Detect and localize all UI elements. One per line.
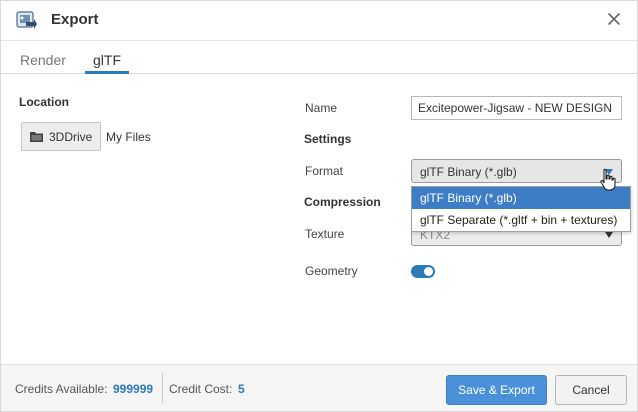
- dialog-footer: Credits Available: 999999 Credit Cost: 5…: [1, 364, 637, 411]
- format-selected-value: glTF Binary (*.glb): [420, 165, 517, 179]
- compression-heading: Compression: [304, 195, 381, 209]
- chevron-down-icon: [605, 232, 613, 238]
- tab-gltf[interactable]: glTF: [93, 52, 121, 68]
- footer-divider: [162, 373, 163, 403]
- settings-heading: Settings: [304, 132, 352, 146]
- credit-cost-value: 5: [238, 382, 245, 396]
- export-app-icon: [16, 11, 37, 29]
- credits-available-value: 999999: [113, 382, 154, 396]
- credits-available-label: Credits Available:: [15, 382, 108, 396]
- folder-icon: [30, 132, 43, 142]
- texture-label: Texture: [305, 227, 345, 241]
- tab-bar: Render glTF: [1, 42, 637, 74]
- hand-cursor-icon: [600, 168, 616, 191]
- name-label: Name: [305, 101, 338, 115]
- geometry-toggle[interactable]: [411, 265, 435, 278]
- drive-button[interactable]: 3DDrive: [21, 122, 101, 151]
- dialog-header: Export: [1, 1, 637, 41]
- format-label: Format: [305, 164, 344, 178]
- geometry-label: Geometry: [305, 264, 358, 278]
- credit-cost-label: Credit Cost:: [169, 382, 233, 396]
- format-option-gltf-separate[interactable]: glTF Separate (*.gltf + bin + textures): [412, 209, 630, 231]
- location-heading: Location: [19, 95, 69, 109]
- location-path: My Files: [106, 130, 151, 144]
- dialog-title: Export: [51, 11, 99, 28]
- tab-render[interactable]: Render: [20, 52, 66, 68]
- cancel-button[interactable]: Cancel: [555, 375, 627, 405]
- format-dropdown-list: glTF Binary (*.glb) glTF Separate (*.glt…: [411, 186, 631, 232]
- save-export-button[interactable]: Save & Export: [446, 375, 547, 405]
- drive-button-label: 3DDrive: [49, 130, 93, 144]
- toggle-knob: [424, 267, 433, 276]
- format-select[interactable]: glTF Binary (*.glb): [411, 159, 622, 183]
- active-tab-indicator: [85, 71, 129, 74]
- close-icon[interactable]: [605, 10, 623, 28]
- name-input[interactable]: [411, 96, 622, 120]
- export-dialog: Export Render glTF Location 3DDrive My F…: [0, 0, 638, 412]
